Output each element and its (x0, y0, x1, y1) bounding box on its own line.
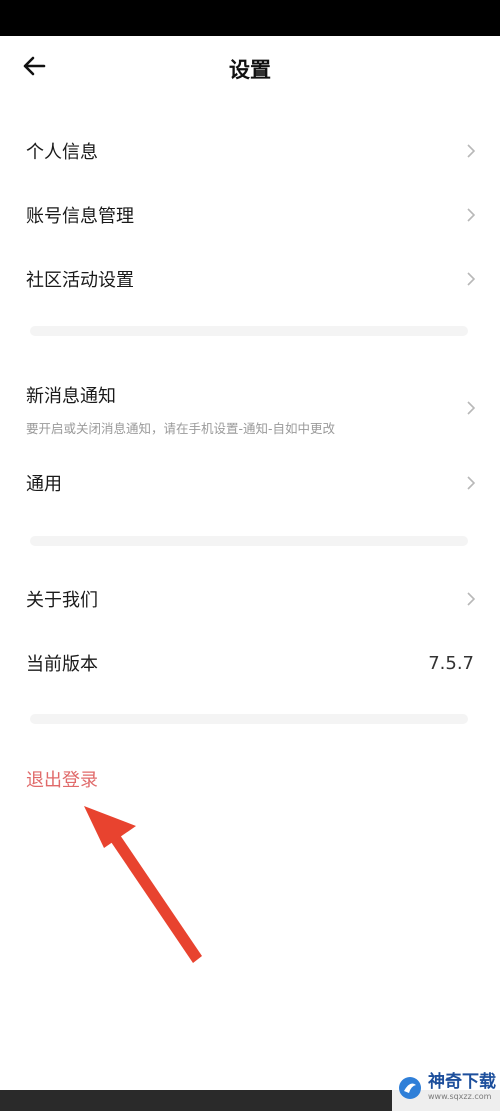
menu-item-current-version: 当前版本 7.5.7 (0, 634, 500, 692)
arrow-shaft (109, 832, 202, 963)
status-bar (0, 0, 500, 36)
chevron-right-icon (464, 473, 478, 493)
menu-item-about-us[interactable]: 关于我们 (0, 570, 500, 628)
watermark-url: www.sqxzz.com (428, 1092, 492, 1101)
menu-item-new-message-notification[interactable]: 新消息通知 要开启或关闭消息通知，请在手机设置-通知-自如中更改 (0, 378, 500, 440)
menu-item-label: 账号信息管理 (26, 206, 134, 227)
section-divider (30, 326, 468, 336)
logout-button[interactable]: 退出登录 (26, 766, 98, 792)
chevron-right-icon (464, 589, 478, 609)
chevron-right-icon (464, 398, 478, 418)
arrow-head (84, 806, 136, 848)
version-value: 7.5.7 (428, 652, 474, 674)
menu-item-label: 关于我们 (26, 590, 98, 611)
section-divider (30, 714, 468, 724)
section-divider (30, 536, 468, 546)
chevron-right-icon (464, 269, 478, 289)
menu-item-label: 通用 (26, 474, 62, 495)
menu-item-account-management[interactable]: 账号信息管理 (0, 186, 500, 244)
menu-item-general[interactable]: 通用 (0, 454, 500, 512)
menu-item-community-settings[interactable]: 社区活动设置 (0, 250, 500, 308)
nav-bar: 设置 (0, 36, 500, 98)
menu-item-label: 社区活动设置 (26, 270, 134, 291)
menu-item-label: 新消息通知 (26, 386, 116, 407)
chevron-right-icon (464, 205, 478, 225)
watermark-logo-icon (399, 1076, 421, 1099)
menu-item-label: 当前版本 (26, 654, 98, 675)
menu-item-personal-info[interactable]: 个人信息 (0, 122, 500, 180)
watermark: 神奇下载 www.sqxzz.com (392, 1064, 500, 1111)
watermark-name: 神奇下载 (428, 1072, 496, 1092)
menu-item-label: 个人信息 (26, 142, 98, 163)
chevron-right-icon (464, 141, 478, 161)
menu-item-subtitle: 要开启或关闭消息通知，请在手机设置-通知-自如中更改 (26, 421, 336, 436)
page-title: 设置 (229, 58, 271, 82)
